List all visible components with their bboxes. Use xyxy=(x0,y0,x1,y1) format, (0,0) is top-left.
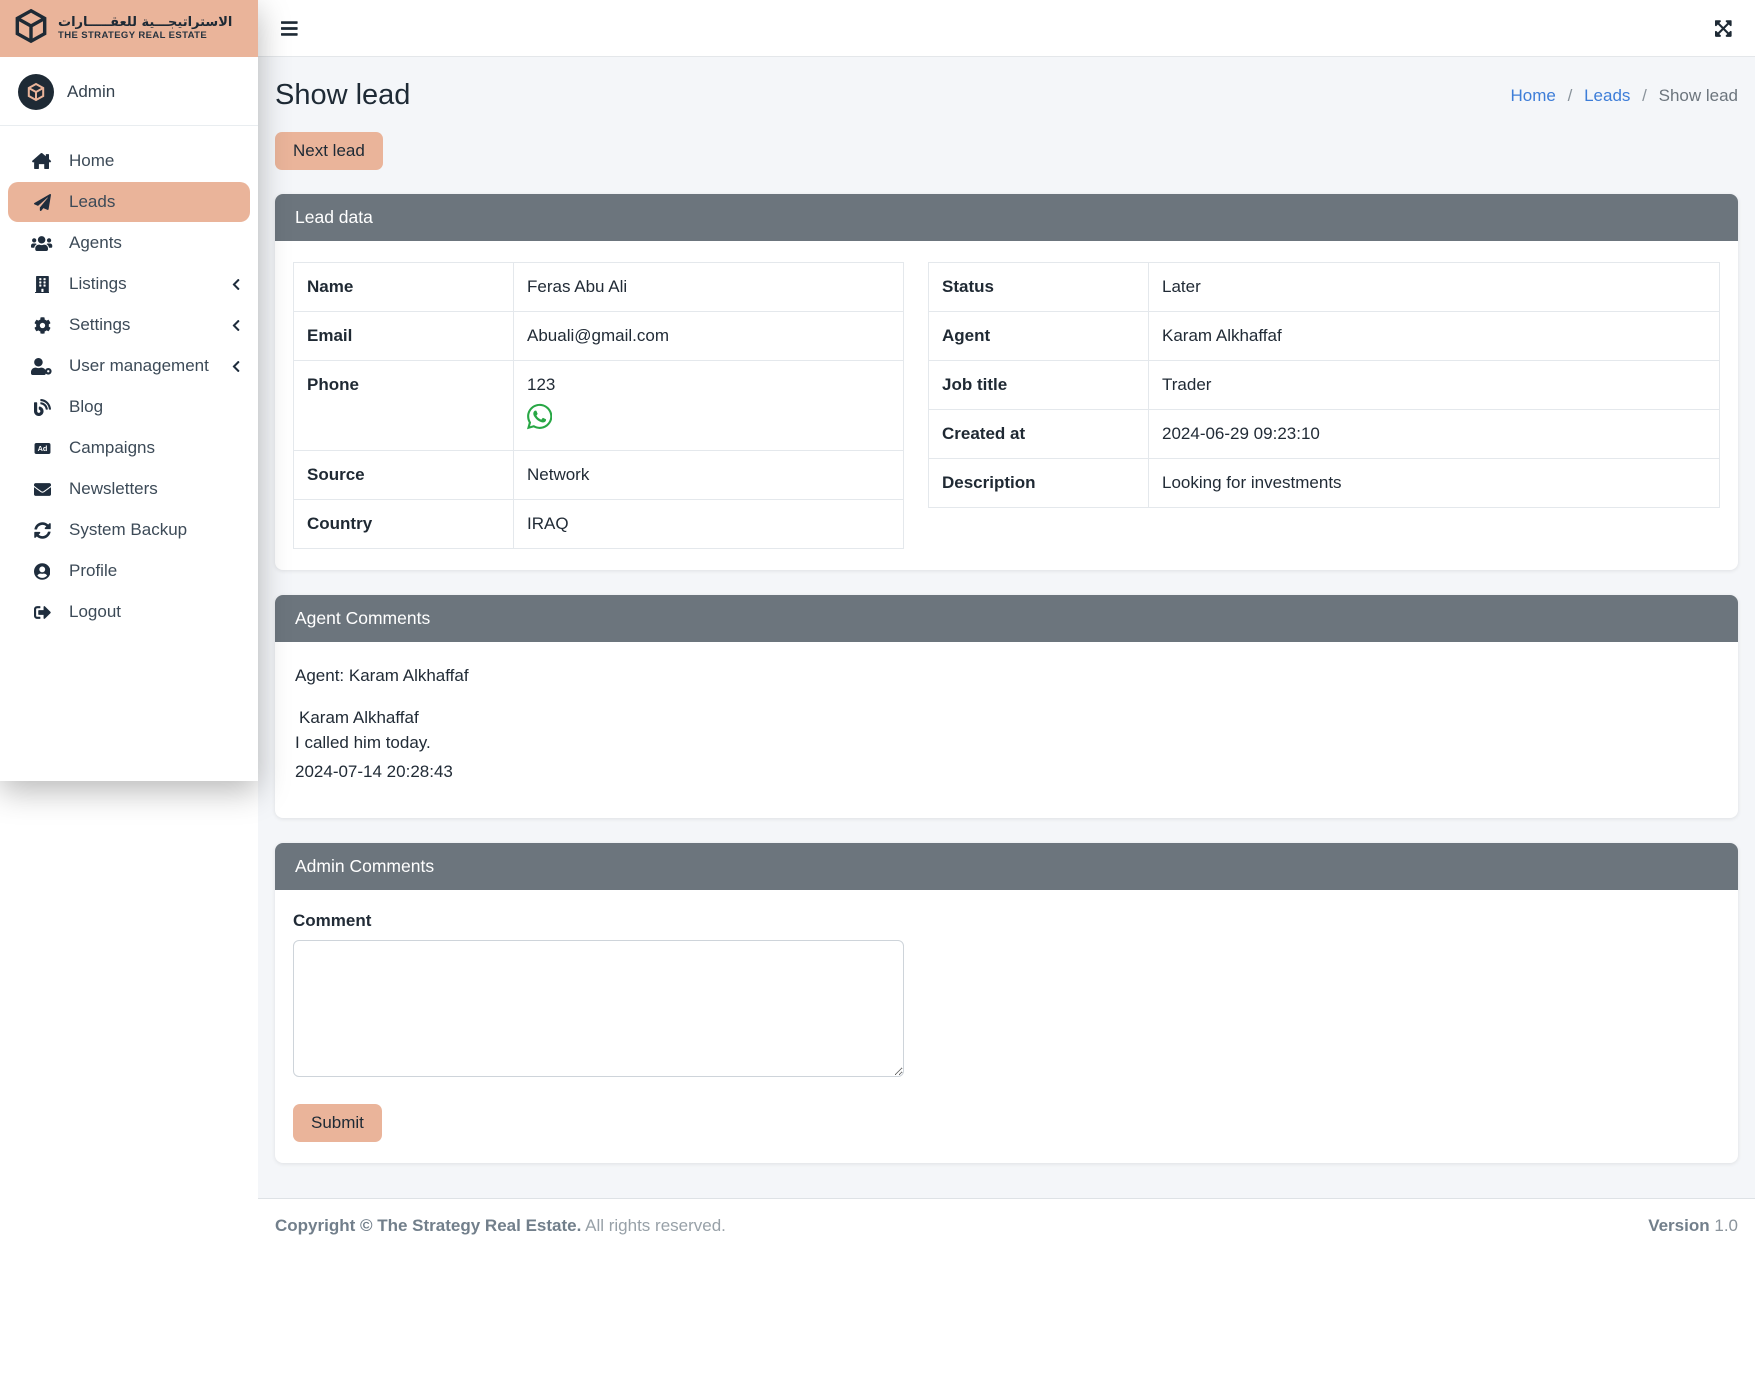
sidebar-item-label: Logout xyxy=(69,602,121,622)
svg-text:Ad: Ad xyxy=(37,443,47,452)
chevron-left-icon xyxy=(232,278,240,291)
footer-copyright-text: All rights reserved. xyxy=(585,1216,726,1235)
blog-icon xyxy=(30,399,54,416)
sidebar-item-leads[interactable]: Leads xyxy=(8,182,250,222)
sidebar-item-blog[interactable]: Blog xyxy=(8,387,250,427)
gear-icon xyxy=(30,317,54,334)
comment-textarea[interactable] xyxy=(293,940,904,1077)
user-name: Admin xyxy=(67,82,115,102)
sidebar-item-label: User management xyxy=(69,356,209,376)
table-row: CountryIRAQ xyxy=(294,500,904,549)
comment-date: 2024-07-14 20:28:43 xyxy=(295,762,1718,782)
sidebar-item-settings[interactable]: Settings xyxy=(8,305,250,345)
users-icon xyxy=(30,235,54,252)
table-row: NameFeras Abu Ali xyxy=(294,263,904,312)
lead-details-table-left: NameFeras Abu Ali EmailAbuali@gmail.com … xyxy=(293,262,904,549)
sidebar-nav: Home Leads Agents Listings Settings User… xyxy=(0,126,258,632)
footer-copyright: Copyright © The Strategy Real Estate. Al… xyxy=(275,1216,726,1236)
breadcrumb-leads-link[interactable]: Leads xyxy=(1584,86,1630,105)
submit-button[interactable]: Submit xyxy=(293,1104,382,1142)
comment-text: I called him today. xyxy=(295,733,1718,753)
sidebar-item-home[interactable]: Home xyxy=(8,141,250,181)
sidebar-item-label: Listings xyxy=(69,274,127,294)
footer: Copyright © The Strategy Real Estate. Al… xyxy=(258,1198,1755,1394)
breadcrumb-separator: / xyxy=(1642,86,1647,105)
breadcrumb-home-link[interactable]: Home xyxy=(1511,86,1556,105)
brand-header[interactable]: الاستراتيجـــية للعقـــــارات THE STRATE… xyxy=(0,0,258,57)
sidebar-item-label: Blog xyxy=(69,397,103,417)
fullscreen-icon[interactable] xyxy=(1711,15,1736,42)
sign-out-icon xyxy=(30,604,54,621)
sidebar-item-label: Leads xyxy=(69,192,115,212)
sidebar-item-label: Settings xyxy=(69,315,130,335)
top-navbar xyxy=(258,0,1755,57)
chevron-left-icon xyxy=(232,319,240,332)
agent-comments-card-header: Agent Comments xyxy=(275,595,1738,642)
table-row: DescriptionLooking for investments xyxy=(929,459,1720,508)
chevron-left-icon xyxy=(232,360,240,373)
table-row: StatusLater xyxy=(929,263,1720,312)
user-circle-icon xyxy=(30,563,54,580)
next-lead-button[interactable]: Next lead xyxy=(275,132,383,170)
table-row: EmailAbuali@gmail.com xyxy=(294,312,904,361)
lead-details-table-right: StatusLater AgentKaram Alkhaffaf Job tit… xyxy=(928,262,1720,508)
footer-version-label: Version xyxy=(1648,1216,1709,1235)
hamburger-menu-icon[interactable] xyxy=(277,15,302,42)
sidebar-item-agents[interactable]: Agents xyxy=(8,223,250,263)
sidebar-item-label: Home xyxy=(69,151,114,171)
whatsapp-icon[interactable] xyxy=(527,402,552,436)
user-panel[interactable]: Admin xyxy=(0,57,258,126)
table-row: SourceNetwork xyxy=(294,451,904,500)
sidebar-item-label: System Backup xyxy=(69,520,187,540)
footer-version-value: 1.0 xyxy=(1714,1216,1738,1235)
ad-icon: Ad xyxy=(30,440,54,457)
phone-value: 123 xyxy=(527,375,890,395)
footer-copyright-strong: Copyright © The Strategy Real Estate. xyxy=(275,1216,581,1235)
sidebar-item-label: Profile xyxy=(69,561,117,581)
agent-comments-card: Agent Comments Agent: Karam Alkhaffaf Ka… xyxy=(275,595,1738,818)
comment-label: Comment xyxy=(293,911,1720,931)
company-logo-icon xyxy=(12,7,50,50)
sidebar-item-user-management[interactable]: User management xyxy=(8,346,250,386)
home-icon xyxy=(30,153,54,170)
breadcrumb: Home / Leads / Show lead xyxy=(1511,86,1738,106)
envelope-icon xyxy=(30,481,54,498)
table-row: Job titleTrader xyxy=(929,361,1720,410)
table-row: Phone 123 xyxy=(294,361,904,451)
admin-comments-card-header: Admin Comments xyxy=(275,843,1738,890)
assigned-agent-line: Agent: Karam Alkhaffaf xyxy=(295,666,1718,686)
comment-author: Karam Alkhaffaf xyxy=(299,708,1718,728)
breadcrumb-current: Show lead xyxy=(1659,86,1738,105)
sidebar-item-label: Campaigns xyxy=(69,438,155,458)
brand-text: الاستراتيجـــية للعقـــــارات THE STRATE… xyxy=(58,16,232,42)
sidebar-item-profile[interactable]: Profile xyxy=(8,551,250,591)
breadcrumb-separator: / xyxy=(1568,86,1573,105)
sidebar-item-system-backup[interactable]: System Backup xyxy=(8,510,250,550)
avatar xyxy=(18,74,54,110)
sidebar: الاستراتيجـــية للعقـــــارات THE STRATE… xyxy=(0,0,258,781)
table-row: AgentKaram Alkhaffaf xyxy=(929,312,1720,361)
table-row: Created at2024-06-29 09:23:10 xyxy=(929,410,1720,459)
agent-comment: Karam Alkhaffaf I called him today. 2024… xyxy=(295,708,1718,782)
brand-name-arabic: الاستراتيجـــية للعقـــــارات xyxy=(58,16,232,31)
building-icon xyxy=(30,276,54,293)
brand-name-english: THE STRATEGY REAL ESTATE xyxy=(58,31,232,42)
page-title: Show lead xyxy=(275,79,410,112)
sidebar-item-label: Newsletters xyxy=(69,479,158,499)
user-gear-icon xyxy=(30,358,54,375)
sidebar-item-listings[interactable]: Listings xyxy=(8,264,250,304)
admin-comments-card: Admin Comments Comment Submit xyxy=(275,843,1738,1163)
paper-plane-icon xyxy=(30,194,54,211)
sync-icon xyxy=(30,522,54,539)
app-window: الاستراتيجـــية للعقـــــارات THE STRATE… xyxy=(0,0,1755,1394)
sidebar-item-label: Agents xyxy=(69,233,122,253)
lead-data-card-header: Lead data xyxy=(275,194,1738,241)
lead-data-card: Lead data NameFeras Abu Ali EmailAbuali@… xyxy=(275,194,1738,570)
content-area: Show lead Home / Leads / Show lead Next … xyxy=(258,57,1755,1198)
sidebar-item-campaigns[interactable]: Ad Campaigns xyxy=(8,428,250,468)
sidebar-item-logout[interactable]: Logout xyxy=(8,592,250,632)
footer-version: Version 1.0 xyxy=(1648,1216,1738,1236)
sidebar-item-newsletters[interactable]: Newsletters xyxy=(8,469,250,509)
